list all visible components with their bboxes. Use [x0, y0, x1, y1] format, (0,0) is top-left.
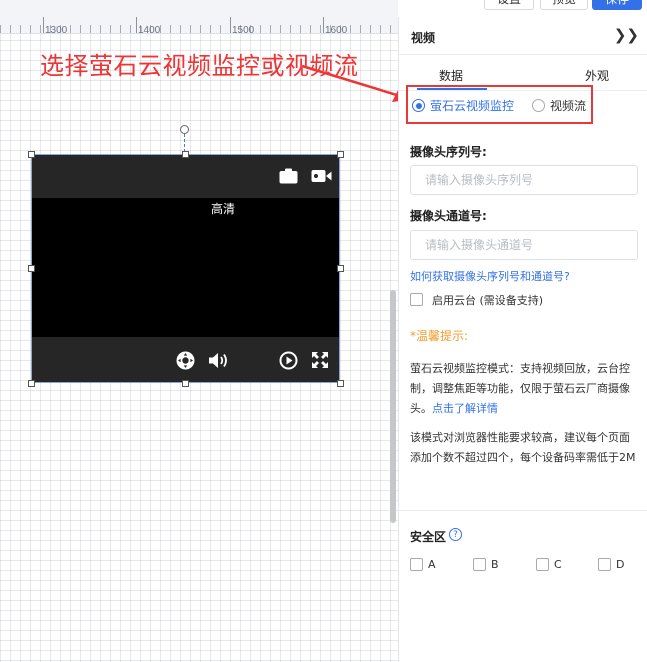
- source-radio-group: 萤石云视频监控 视频流: [412, 97, 586, 114]
- ruler-label: 1400: [138, 25, 161, 36]
- ruler-label: 1300: [45, 25, 68, 36]
- serial-label: 摄像头序列号:: [410, 145, 487, 159]
- canvas-scrollbar-thumb[interactable]: [390, 290, 396, 523]
- preview-button[interactable]: 预览: [540, 0, 588, 10]
- tip-paragraph-1: 萤石云视频监控模式：支持视频回放，云台控制，调整焦距等功能，仅限于萤石云厂商摄像…: [410, 359, 636, 419]
- save-button[interactable]: 保存: [592, 0, 642, 10]
- help-link[interactable]: 如何获取摄像头序列号和通道号?: [410, 268, 570, 284]
- tab-data[interactable]: 数据: [439, 67, 463, 84]
- radio-ezviz[interactable]: [412, 99, 425, 112]
- radio-stream[interactable]: [532, 99, 546, 112]
- ptz-control-icon[interactable]: [175, 350, 195, 370]
- channel-label: 摄像头通道号:: [410, 209, 487, 223]
- double-chevron-right-icon[interactable]: ❯❯: [614, 26, 639, 44]
- panel-title: 视频: [411, 31, 436, 45]
- resize-handle-e[interactable]: [337, 265, 344, 272]
- video-top-bar: [31, 154, 340, 198]
- resize-handle-ne[interactable]: [337, 151, 344, 158]
- annotation-arrow: [301, 64, 398, 102]
- section-divider: [398, 510, 647, 511]
- ruler-label: 1500: [232, 25, 255, 36]
- video-player-widget[interactable]: [31, 154, 340, 383]
- volume-icon[interactable]: [207, 351, 229, 369]
- fullscreen-icon[interactable]: [310, 350, 330, 370]
- record-icon[interactable]: [310, 168, 332, 184]
- ruler-major-tick: [323, 17, 324, 33]
- editor-canvas[interactable]: 1300 1400 1500 1600 选择萤石云视频监控或视频流 高清: [0, 0, 398, 662]
- ruler-label: 1600: [325, 25, 348, 36]
- safe-zone-d-label: D: [616, 558, 625, 571]
- channel-input[interactable]: [410, 230, 638, 260]
- safe-zone-c-checkbox[interactable]: [536, 558, 549, 571]
- safe-zone-label: 安全区: [410, 530, 447, 544]
- ruler-major-tick: [230, 17, 231, 33]
- safe-zone-a-checkbox[interactable]: [410, 558, 423, 571]
- rotate-guide: [184, 134, 185, 152]
- ptz-label: 启用云台 (需设备支持): [432, 294, 544, 307]
- radio-ezviz-label[interactable]: 萤石云视频监控: [430, 97, 514, 114]
- video-control-bar: [31, 337, 340, 383]
- tip-title: *温馨提示:: [410, 329, 469, 343]
- panel-header: 视频 ❯❯: [399, 17, 647, 55]
- safe-zone-b-checkbox[interactable]: [473, 558, 486, 571]
- ruler-major-tick: [43, 17, 44, 33]
- ptz-checkbox[interactable]: [410, 293, 423, 306]
- serial-input[interactable]: [410, 165, 638, 195]
- details-link[interactable]: 点击了解详情: [432, 402, 498, 415]
- tip-paragraph-2: 该模式对浏览器性能要求较高，建议每个页面添加个数不超过四个，每个设备码率需低于2…: [410, 431, 636, 464]
- resize-handle-n[interactable]: [182, 151, 189, 158]
- safe-zone-a-label: A: [428, 558, 436, 571]
- tab-appearance[interactable]: 外观: [585, 67, 609, 84]
- resize-handle-w[interactable]: [28, 265, 35, 272]
- quality-label[interactable]: 高清: [211, 200, 235, 217]
- help-icon[interactable]: ?: [449, 528, 462, 541]
- horizontal-ruler: 1300 1400 1500 1600: [0, 0, 398, 36]
- safe-zone-b-label: B: [491, 558, 499, 571]
- safe-zone-d-checkbox[interactable]: [598, 558, 611, 571]
- resize-handle-nw[interactable]: [28, 151, 35, 158]
- rotate-handle[interactable]: [180, 125, 189, 134]
- snapshot-icon[interactable]: [278, 167, 298, 185]
- resize-handle-se[interactable]: [337, 380, 344, 387]
- playback-icon[interactable]: [278, 350, 298, 370]
- settings-button[interactable]: 设置: [484, 0, 534, 10]
- resize-handle-sw[interactable]: [28, 380, 35, 387]
- safe-zone-c-label: C: [554, 558, 562, 571]
- ruler-major-tick: [136, 17, 137, 33]
- radio-stream-label[interactable]: 视频流: [550, 97, 586, 114]
- resize-handle-s[interactable]: [182, 380, 189, 387]
